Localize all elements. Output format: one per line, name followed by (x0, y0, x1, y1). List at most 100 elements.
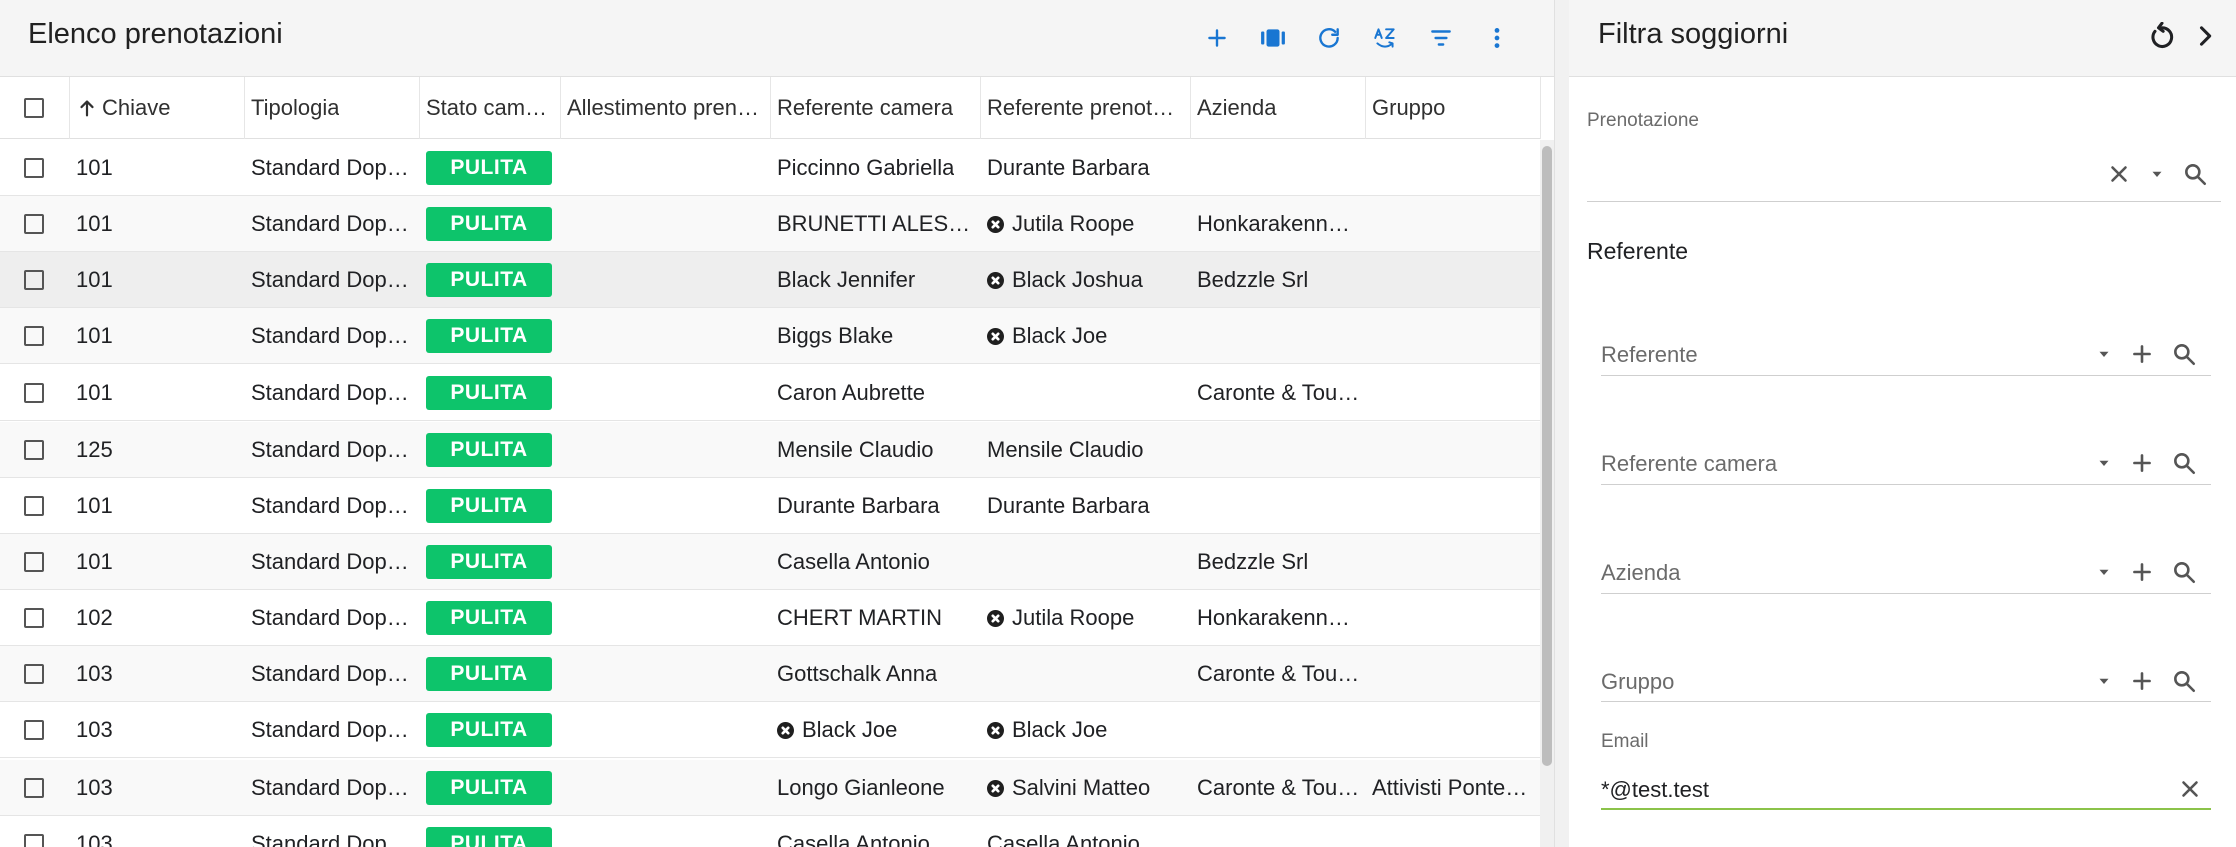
header-allestimento[interactable]: Allestimento pren… (561, 77, 771, 139)
row-checkbox-cell[interactable] (0, 534, 70, 590)
row-checkbox-cell[interactable] (0, 308, 70, 364)
table-row[interactable]: 102 Standard Dop… PULITA CHERT MARTIN Jutila… (0, 590, 1540, 646)
row-checkbox[interactable] (24, 214, 44, 234)
header-chiave[interactable]: Chiave (70, 77, 245, 139)
add-icon[interactable] (2129, 341, 2155, 367)
table-row[interactable]: 103 Standard Dop… PULITA Casella Antonio Cas… (0, 816, 1540, 847)
referente-actions (2095, 341, 2197, 367)
cell-allestimento (561, 365, 771, 421)
cell-text: Black Joe (1012, 717, 1108, 742)
row-checkbox[interactable] (24, 834, 44, 847)
row-checkbox[interactable] (24, 552, 44, 572)
status-badge: PULITA (426, 263, 552, 297)
cell-allestimento (561, 702, 771, 758)
row-checkbox-cell[interactable] (0, 422, 70, 478)
grid-scrollbar-thumb[interactable] (1542, 146, 1552, 766)
table-row[interactable]: 101 Standard Dop… PULITA Biggs Blake Black J… (0, 308, 1540, 364)
cell-azienda: Honkarakenn… (1191, 590, 1366, 646)
filter-icon[interactable] (1423, 20, 1459, 56)
row-checkbox[interactable] (24, 608, 44, 628)
chevron-down-icon[interactable] (2095, 454, 2113, 472)
header-referente-camera[interactable]: Referente camera (771, 77, 981, 139)
add-icon[interactable] (2129, 450, 2155, 476)
header-gruppo[interactable]: Gruppo (1366, 77, 1541, 139)
reset-filters-icon[interactable] (2148, 21, 2178, 52)
cell-text: Salvini Matteo (1012, 775, 1151, 800)
columns-icon[interactable] (1255, 20, 1291, 56)
select-all-checkbox-cell[interactable] (0, 77, 70, 139)
row-checkbox[interactable] (24, 270, 44, 290)
add-icon[interactable] (1199, 20, 1235, 56)
cell-referente-prenotazione: Durante Barbara (981, 140, 1191, 196)
cancel-circle-icon (777, 721, 794, 739)
row-checkbox-cell[interactable] (0, 252, 70, 308)
chevron-down-icon[interactable] (2095, 345, 2113, 363)
table-row[interactable]: 101 Standard Dop… PULITA Caron Aubrette Caro… (0, 365, 1540, 421)
table-row[interactable]: 103 Standard Dop… PULITA Black Joe Black Joe (0, 702, 1540, 758)
clear-icon[interactable] (2177, 776, 2203, 802)
cell-text: 101 (76, 267, 113, 292)
search-icon[interactable] (2182, 161, 2208, 187)
row-checkbox[interactable] (24, 326, 44, 346)
gruppo-field[interactable]: Gruppo (1601, 669, 1674, 695)
reservations-grid: Chiave Tipologia Stato cam… Allestimento… (0, 77, 1541, 847)
row-checkbox-cell[interactable] (0, 478, 70, 534)
row-checkbox-cell[interactable] (0, 646, 70, 702)
azienda-field[interactable]: Azienda (1601, 560, 1681, 586)
row-checkbox[interactable] (24, 664, 44, 684)
table-row[interactable]: 101 Standard Dop… PULITA Piccinno Gabriella… (0, 140, 1540, 196)
cell-text: Standard Dop… (251, 717, 409, 742)
table-row[interactable]: 125 Standard Dop… PULITA Mensile Claudio Men… (0, 422, 1540, 478)
search-icon[interactable] (2171, 450, 2197, 476)
row-checkbox[interactable] (24, 440, 44, 460)
chevron-down-icon[interactable] (2148, 165, 2166, 183)
cell-azienda: Honkarakenn… (1191, 196, 1366, 252)
row-checkbox-cell[interactable] (0, 196, 70, 252)
referente-field[interactable]: Referente (1601, 342, 1698, 368)
add-icon[interactable] (2129, 559, 2155, 585)
chevron-down-icon[interactable] (2095, 672, 2113, 690)
cell-chiave: 125 (70, 422, 245, 478)
row-checkbox[interactable] (24, 720, 44, 740)
table-row[interactable]: 101 Standard Dop… PULITA BRUNETTI ALESS… Jut… (0, 196, 1540, 252)
search-icon[interactable] (2171, 559, 2197, 585)
chevron-down-icon[interactable] (2095, 563, 2113, 581)
sort-ascending-icon (80, 100, 94, 117)
row-checkbox-cell[interactable] (0, 816, 70, 847)
referente-camera-field[interactable]: Referente camera (1601, 451, 1777, 477)
select-all-checkbox[interactable] (24, 98, 44, 118)
cell-text: Bedzzle Srl (1197, 549, 1309, 574)
sort-az-icon[interactable] (1367, 20, 1403, 56)
clear-icon[interactable] (2106, 161, 2132, 187)
email-input[interactable]: *@test.test (1601, 777, 1709, 803)
more-vert-icon[interactable] (1479, 20, 1515, 56)
header-tipologia[interactable]: Tipologia (245, 77, 420, 139)
row-checkbox-cell[interactable] (0, 702, 70, 758)
search-icon[interactable] (2171, 668, 2197, 694)
header-stato-camera[interactable]: Stato cam… (420, 77, 561, 139)
row-checkbox[interactable] (24, 383, 44, 403)
prenotazione-input[interactable] (1587, 162, 2057, 192)
table-row[interactable]: 101 Standard Dop… PULITA Black Jennifer Blac… (0, 252, 1540, 308)
row-checkbox[interactable] (24, 158, 44, 178)
row-checkbox-cell[interactable] (0, 760, 70, 816)
prenotazione-label: Prenotazione (1587, 110, 1699, 131)
search-icon[interactable] (2171, 341, 2197, 367)
table-row[interactable]: 101 Standard Dop… PULITA Casella Antonio Bed… (0, 534, 1540, 590)
row-checkbox-cell[interactable] (0, 590, 70, 646)
row-checkbox-cell[interactable] (0, 140, 70, 196)
chevron-right-icon[interactable] (2191, 22, 2221, 52)
header-referente-prenotazione[interactable]: Referente prenot… (981, 77, 1191, 139)
row-checkbox[interactable] (24, 778, 44, 798)
cell-text: Piccinno Gabriella (777, 155, 955, 180)
cell-gruppo (1366, 140, 1541, 196)
cell-referente-camera: Biggs Blake (771, 308, 981, 364)
table-row[interactable]: 103 Standard Dop… PULITA Gottschalk Anna Car… (0, 646, 1540, 702)
table-row[interactable]: 103 Standard Dop… PULITA Longo Gianleone Sal… (0, 760, 1540, 816)
table-row[interactable]: 101 Standard Dop… PULITA Durante Barbara Dur… (0, 478, 1540, 534)
add-icon[interactable] (2129, 668, 2155, 694)
row-checkbox[interactable] (24, 496, 44, 516)
refresh-icon[interactable] (1311, 20, 1347, 56)
header-azienda[interactable]: Azienda (1191, 77, 1366, 139)
row-checkbox-cell[interactable] (0, 365, 70, 421)
